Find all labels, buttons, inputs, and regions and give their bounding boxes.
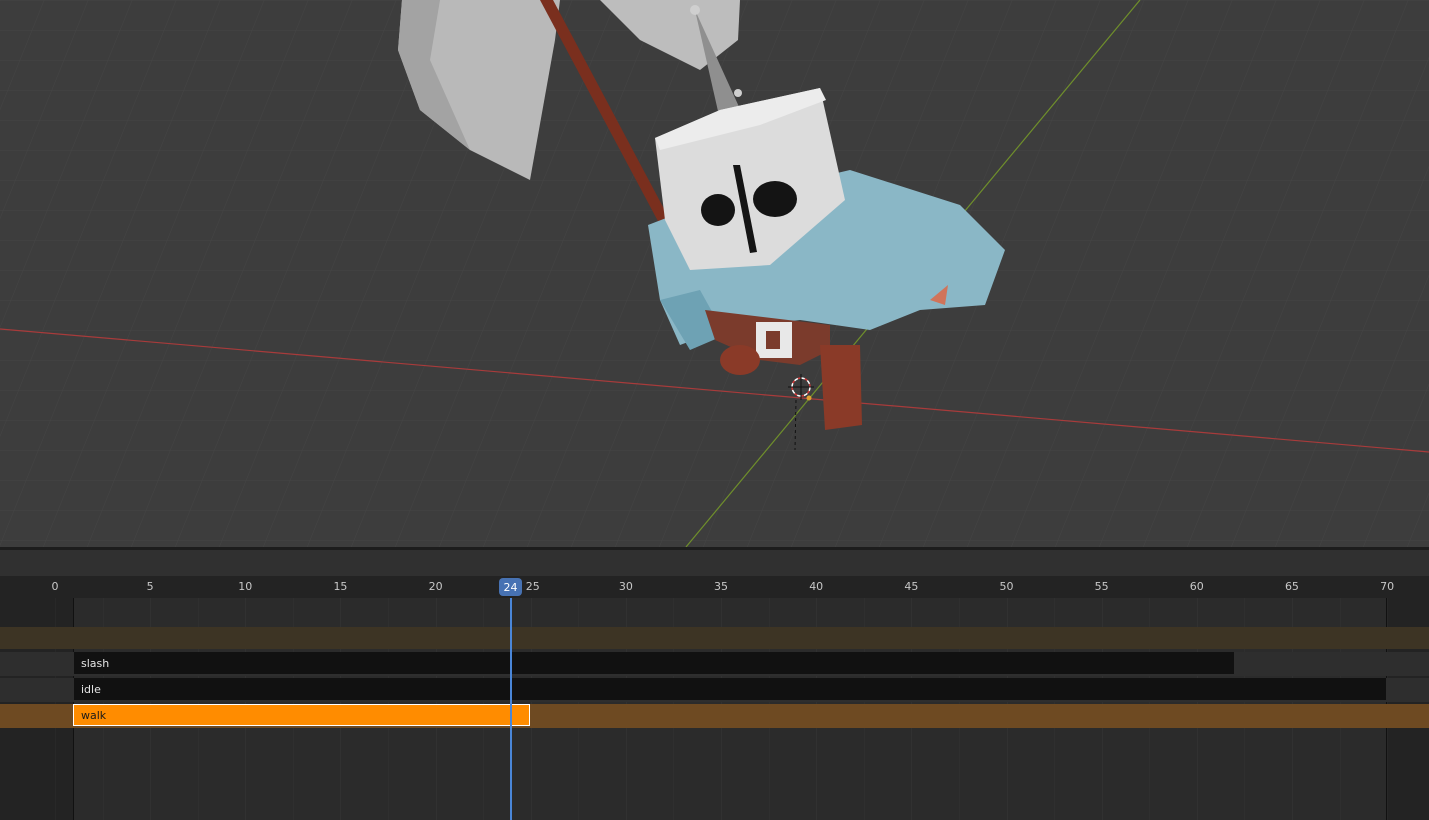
ruler-tick-label: 35 <box>714 580 729 593</box>
strip-slash[interactable]: slash <box>74 652 1234 674</box>
track-row-walk[interactable]: walk <box>0 704 1429 728</box>
track-object-row <box>0 627 1429 649</box>
ruler-tick-label: 60 <box>1189 580 1204 593</box>
ruler-tick-label: 15 <box>333 580 348 593</box>
track-row-idle[interactable]: idle <box>0 678 1429 702</box>
ruler-tick-label: 40 <box>809 580 824 593</box>
strip-walk[interactable]: walk <box>73 704 530 726</box>
ruler-tick-label: 20 <box>428 580 443 593</box>
strip-idle[interactable]: idle <box>74 678 1386 700</box>
playhead[interactable] <box>510 598 512 820</box>
strip-label-slash: slash <box>81 656 110 670</box>
ruler-tick-label: 30 <box>618 580 633 593</box>
nla-editor-header <box>0 550 1429 576</box>
ruler-tick-label: 55 <box>1094 580 1109 593</box>
nla-track-area[interactable]: slash idle walk <box>0 598 1429 820</box>
ruler-tick-label: 70 <box>1380 580 1395 593</box>
3d-viewport[interactable] <box>0 0 1429 547</box>
ruler-tick-label: 65 <box>1284 580 1299 593</box>
ruler-tick-label: 5 <box>146 580 154 593</box>
ruler-tick-label: 0 <box>51 580 59 593</box>
current-frame-badge[interactable]: 24 <box>499 578 522 596</box>
strip-label-walk: walk <box>81 708 107 722</box>
viewport-scene <box>0 0 1429 547</box>
track-row-slash[interactable]: slash <box>0 652 1429 676</box>
ruler-tick-label: 45 <box>904 580 919 593</box>
ruler-tick-label: 25 <box>525 580 540 593</box>
frame-ruler[interactable]: 0 5 10 15 20 25 30 35 40 45 50 55 60 65 70 <box>0 576 1429 598</box>
ruler-tick-label: 10 <box>238 580 253 593</box>
strip-label-idle: idle <box>81 682 101 696</box>
ruler-tick-label: 50 <box>999 580 1014 593</box>
